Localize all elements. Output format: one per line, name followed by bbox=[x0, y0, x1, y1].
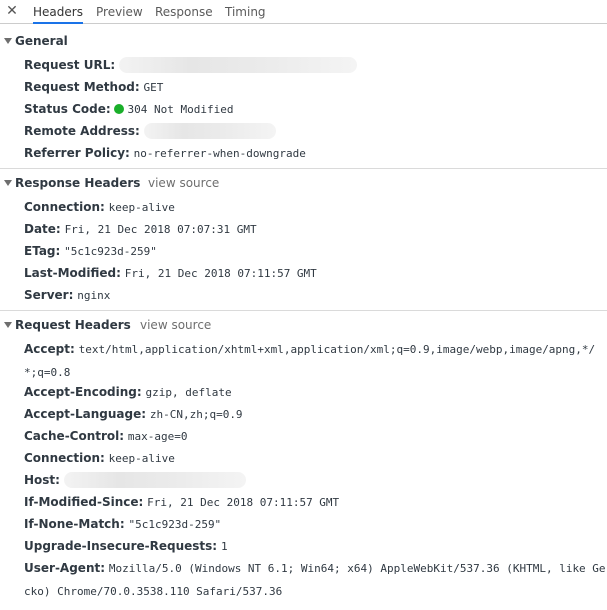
status-ok-icon bbox=[114, 104, 125, 114]
request-method-label: Request Method: bbox=[24, 80, 140, 94]
request-method-value: GET bbox=[143, 81, 164, 94]
response-header-row: Server: nginx bbox=[24, 284, 607, 307]
response-headers-section-header[interactable]: Response Headers bbox=[4, 174, 140, 192]
request-header-row: Cache-Control: max-age=0 bbox=[24, 425, 607, 448]
header-value: keep-alive bbox=[108, 452, 175, 465]
redacted-host bbox=[63, 472, 246, 488]
request-headers-section-header[interactable]: Request Headers bbox=[4, 316, 131, 334]
request-header-row: Connection: keep-alive bbox=[24, 447, 607, 470]
general-section-header[interactable]: General bbox=[4, 32, 68, 50]
header-name: Server: bbox=[24, 288, 74, 302]
request-header-row: If-Modified-Since: Fri, 21 Dec 2018 07:1… bbox=[24, 491, 607, 514]
redacted-remote-address bbox=[143, 123, 276, 139]
request-headers-title: Request Headers bbox=[15, 318, 131, 332]
referrer-policy-label: Referrer Policy: bbox=[24, 146, 130, 160]
request-header-row-host: Host: bbox=[24, 469, 607, 491]
status-code-value: 304 Not Modified bbox=[127, 103, 234, 116]
response-header-row: ETag: "5c1c923d-259" bbox=[24, 240, 607, 263]
header-name: Date: bbox=[24, 222, 61, 236]
remote-address-row: Remote Address: bbox=[24, 120, 607, 142]
referrer-policy-row: Referrer Policy: no-referrer-when-downgr… bbox=[24, 142, 607, 165]
status-code-row: Status Code: 304 Not Modified bbox=[24, 98, 607, 121]
request-header-row-user-agent: User-Agent: Mozilla/5.0 (Windows NT 6.1;… bbox=[24, 557, 607, 603]
referrer-policy-value: no-referrer-when-downgrade bbox=[133, 147, 306, 160]
request-header-row-accept: Accept: text/html,application/xhtml+xml,… bbox=[24, 338, 607, 384]
header-name: Upgrade-Insecure-Requests: bbox=[24, 539, 218, 553]
header-value: "5c1c923d-259" bbox=[128, 518, 222, 531]
response-view-source-link[interactable]: view source bbox=[148, 174, 219, 192]
header-name: Accept: bbox=[24, 342, 75, 356]
header-value: gzip, deflate bbox=[145, 386, 232, 399]
response-header-row: Date: Fri, 21 Dec 2018 07:07:31 GMT bbox=[24, 218, 607, 241]
response-headers-title: Response Headers bbox=[15, 176, 141, 190]
tab-preview[interactable]: Preview bbox=[96, 0, 143, 23]
section-divider bbox=[0, 310, 607, 311]
tab-bar: ✕ Headers Preview Response Timing bbox=[0, 0, 607, 24]
status-code-label: Status Code: bbox=[24, 102, 111, 116]
section-divider bbox=[0, 168, 607, 169]
header-value: Mozilla/5.0 (Windows NT 6.1; Win64; x64)… bbox=[24, 562, 606, 598]
general-title: General bbox=[15, 34, 68, 48]
header-name: User-Agent: bbox=[24, 561, 106, 575]
request-header-row: If-None-Match: "5c1c923d-259" bbox=[24, 513, 607, 536]
request-header-row: Upgrade-Insecure-Requests: 1 bbox=[24, 535, 607, 558]
header-value: Fri, 21 Dec 2018 07:11:57 GMT bbox=[124, 267, 317, 280]
header-value: keep-alive bbox=[108, 201, 175, 214]
header-name: Accept-Encoding: bbox=[24, 385, 142, 399]
request-header-row: Accept-Language: zh-CN,zh;q=0.9 bbox=[24, 403, 607, 426]
expand-triangle-icon bbox=[4, 322, 12, 328]
header-name: If-None-Match: bbox=[24, 517, 125, 531]
request-view-source-link[interactable]: view source bbox=[140, 316, 211, 334]
tab-response[interactable]: Response bbox=[155, 0, 213, 23]
request-method-row: Request Method: GET bbox=[24, 76, 607, 99]
header-name: Cache-Control: bbox=[24, 429, 125, 443]
header-value: Fri, 21 Dec 2018 07:07:31 GMT bbox=[64, 223, 257, 236]
header-name: Last-Modified: bbox=[24, 266, 121, 280]
response-header-row: Last-Modified: Fri, 21 Dec 2018 07:11:57… bbox=[24, 262, 607, 285]
header-name: Host: bbox=[24, 473, 60, 487]
header-name: ETag: bbox=[24, 244, 61, 258]
tab-headers[interactable]: Headers bbox=[33, 0, 83, 24]
header-value: "5c1c923d-259" bbox=[64, 245, 157, 258]
header-name: Connection: bbox=[24, 200, 105, 214]
request-url-label: Request URL: bbox=[24, 58, 116, 72]
header-value: 1 bbox=[220, 540, 228, 553]
request-url-row: Request URL: bbox=[24, 54, 607, 76]
header-value: Fri, 21 Dec 2018 07:11:57 GMT bbox=[147, 496, 340, 509]
header-name: Connection: bbox=[24, 451, 105, 465]
response-header-row: Connection: keep-alive bbox=[24, 196, 607, 219]
header-value: nginx bbox=[77, 289, 111, 302]
expand-triangle-icon bbox=[4, 180, 12, 186]
header-value: max-age=0 bbox=[127, 430, 188, 443]
header-value: text/html,application/xhtml+xml,applicat… bbox=[24, 343, 596, 379]
request-header-row: Accept-Encoding: gzip, deflate bbox=[24, 381, 607, 404]
header-name: If-Modified-Since: bbox=[24, 495, 144, 509]
tab-timing[interactable]: Timing bbox=[225, 0, 266, 23]
expand-triangle-icon bbox=[4, 38, 12, 44]
close-icon[interactable]: ✕ bbox=[5, 3, 19, 19]
remote-address-label: Remote Address: bbox=[24, 124, 140, 138]
header-value: zh-CN,zh;q=0.9 bbox=[149, 408, 243, 421]
redacted-request-url bbox=[118, 57, 357, 73]
header-name: Accept-Language: bbox=[24, 407, 147, 421]
